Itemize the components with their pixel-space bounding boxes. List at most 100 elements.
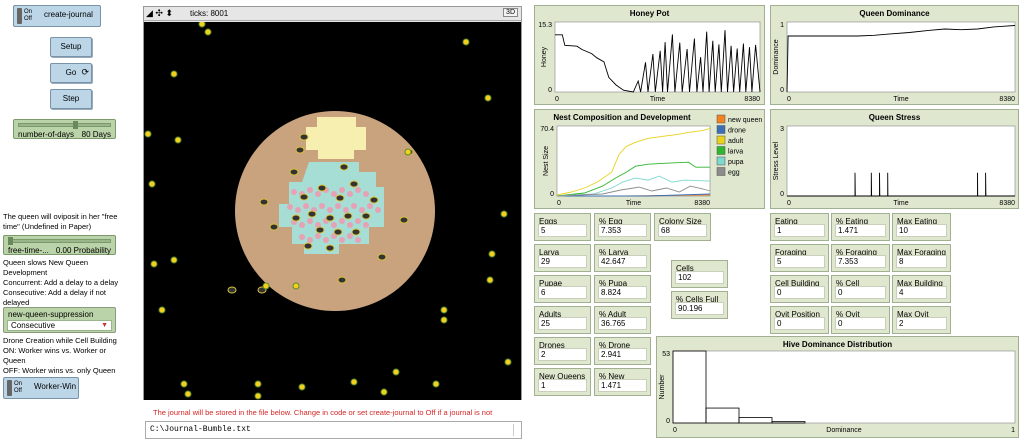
world-view: ◢ ✣ ⬍ ticks: 8001 3D [143,6,522,400]
journal-path-field[interactable]: C:\Journal-Bumble.txt [145,421,522,439]
switch-off-label: Off [24,16,32,22]
ticks-counter: ticks: 8001 [190,9,229,18]
legend-swatch-adult [716,135,726,145]
new-queen-suppression-chooser[interactable]: new-queen-suppression Consecutive ▼ [3,307,116,333]
legend-swatch-egg [716,167,726,176]
slider-handle[interactable] [8,237,13,245]
monitor-value: 42.647 [598,255,647,268]
y-max-tick: 1 [780,22,784,29]
legend-swatch-drone [716,125,726,134]
monitor-pct-adult: % Adult 36.765 [594,306,651,334]
monitor-value: 4 [896,286,947,299]
free-time-slider[interactable]: free-time-... 0.00 Probability [3,235,116,255]
dropdown-arrow-icon: ▼ [101,322,108,329]
plot-svg: 1 00 8380 Time Dominance [773,21,1016,103]
monitor-value: 68 [658,224,707,237]
legend-swatch-pupa [716,156,726,166]
plot-area [672,350,1016,424]
monitor-pct-foraging: % Foraging 7.353 [831,244,890,272]
slider-track [18,123,111,127]
y-min-tick: 0 [550,191,554,198]
monitor-value: 1.471 [835,224,886,237]
y-max-tick: 15.3 [538,22,552,29]
monitor-value: 36.765 [598,317,647,330]
monitor-pct-egg: % Egg 7.353 [594,213,651,241]
x-max-tick: 8380 [999,96,1015,103]
x-min-tick: 0 [673,427,677,434]
y-axis-label: Number [659,374,666,400]
legend-swatch-new-queen [716,114,726,124]
chooser-select[interactable]: Consecutive ▼ [7,320,112,331]
monitor-max-building: Max Building 4 [892,275,951,303]
y-max-tick: 3 [780,126,784,133]
slider-label: free-time-... [8,246,49,255]
monitor-value: 102 [675,271,724,284]
slider-handle[interactable] [72,121,78,129]
monitor-value: 1.471 [598,379,647,392]
plot-svg: 53 00 1 Dominance Number [659,350,1016,434]
go-label: Go [65,68,77,77]
monitor-value: 1 [538,379,587,392]
x-max-tick: 8380 [999,200,1015,207]
x-min-tick: 0 [787,200,791,207]
setup-button[interactable]: Setup [50,37,92,57]
legend-label-egg: egg [728,170,740,177]
monitor-pct-eating: % Eating 1.471 [831,213,890,241]
y-max-tick: 70.4 [540,126,554,133]
worker-win-switch[interactable]: On Off Worker-Win [3,377,79,399]
x-min-tick: 0 [557,200,561,207]
slider-value: 0.00 Probability [55,246,111,255]
x-axis-label: Time [626,200,641,207]
monitor-value: 5 [774,255,825,268]
monitor-ovit-position: Ovit Position 0 [770,306,829,334]
legend-label-new-queen: new queen [728,117,762,124]
monitor-foraging: Foraging 5 [770,244,829,272]
monitor-value: 29 [538,255,587,268]
monitor-value: 5 [538,224,587,237]
plot-svg: 15.3 00 8380 Time Honey [538,21,761,103]
monitor-max-ovit: Max Ovit 2 [892,306,951,334]
three-d-button[interactable]: 3D [503,8,518,17]
monitor-new-queens: New Queens 1 [534,368,591,396]
view-arrows-icon[interactable]: ◢ ✣ ⬍ [146,8,173,19]
y-axis-label: Nest Size [543,146,550,176]
y-min-tick: 0 [780,87,784,94]
monitor-value: 90.196 [675,302,724,315]
monitor-pct-cells-full: % Cells Full 90.196 [671,291,728,319]
create-journal-switch[interactable]: On Off create-journal [13,5,101,27]
monitor-value: 2 [538,348,587,361]
monitor-value: 0 [774,317,825,330]
queen-stress-plot: Queen Stress 3 0 0 8380 Time Stress Level [770,109,1019,209]
monitor-value: 0 [835,317,886,330]
x-max-tick: 8380 [694,200,710,207]
monitor-value: 7.353 [835,255,886,268]
monitor-larva: Larva 29 [534,244,591,272]
monitor-value: 6 [538,286,587,299]
monitor-value: 8 [896,255,947,268]
chooser-label: new-queen-suppression [8,310,94,319]
plot-area [554,21,761,93]
forever-icon: ⟳ [81,67,89,77]
monitor-value: 0 [835,286,886,299]
y-min-tick: 0 [666,418,670,425]
monitor-pct-larva: % Larva 42.647 [594,244,651,272]
field-scrollbar[interactable] [513,424,519,436]
number-of-days-slider[interactable]: number-of-days 80 Days [13,119,116,139]
toggle-icon[interactable]: On Off [17,8,41,24]
world-canvas[interactable] [144,22,521,400]
monitor-max-eating: Max Eating 10 [892,213,951,241]
switch-on-label: On [14,381,23,387]
step-button[interactable]: Step [50,89,92,109]
toggle-icon[interactable]: On Off [7,380,31,396]
x-axis-label: Time [650,96,665,103]
x-axis-label: Time [893,200,908,207]
queen-slows-note: Queen slows New Queen Development Concur… [3,258,119,307]
monitor-drones: Drones 2 [534,337,591,365]
y-min-tick: 0 [548,87,552,94]
monitor-pct-ovit-position: % Ovit Position0 [831,306,890,334]
x-min-tick: 0 [555,96,559,103]
go-button[interactable]: Go ⟳ [50,63,92,83]
legend-label-adult: adult [728,138,743,145]
legend-label-pupa: pupa [728,159,744,166]
monitor-max-foraging: Max Foraging 8 [892,244,951,272]
